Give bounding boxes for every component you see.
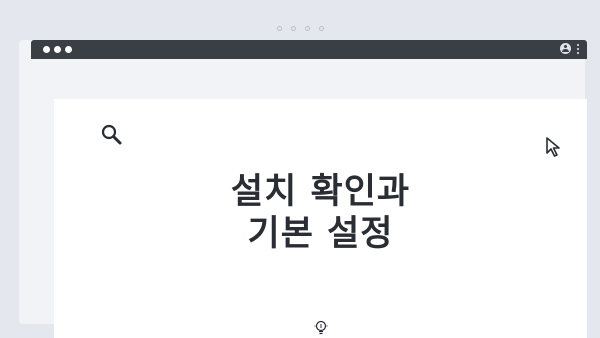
carousel-dot[interactable]	[318, 26, 324, 31]
carousel-dot[interactable]	[276, 26, 282, 31]
page-title: 설치 확인과 기본 설정	[54, 171, 587, 255]
browser-window: 설치 확인과 기본 설정	[19, 40, 587, 338]
carousel-dots	[0, 26, 600, 31]
lightbulb-icon	[314, 320, 328, 335]
more-vertical-icon[interactable]	[577, 43, 579, 54]
page: 설치 확인과 기본 설정	[0, 0, 600, 338]
close-dot[interactable]	[43, 46, 50, 53]
maximize-dot[interactable]	[65, 46, 72, 53]
search-icon	[101, 124, 122, 145]
carousel-dot[interactable]	[290, 26, 296, 31]
minimize-dot[interactable]	[54, 46, 61, 53]
window-controls	[43, 46, 72, 53]
content-area: 설치 확인과 기본 설정	[54, 99, 587, 338]
user-icon[interactable]	[560, 43, 571, 54]
title-line-1: 설치 확인과	[230, 172, 411, 212]
titlebar-actions	[560, 43, 579, 54]
cursor-icon	[546, 137, 560, 157]
title-line-2: 기본 설정	[247, 214, 394, 254]
window-titlebar	[31, 40, 587, 59]
carousel-dot[interactable]	[304, 26, 310, 31]
